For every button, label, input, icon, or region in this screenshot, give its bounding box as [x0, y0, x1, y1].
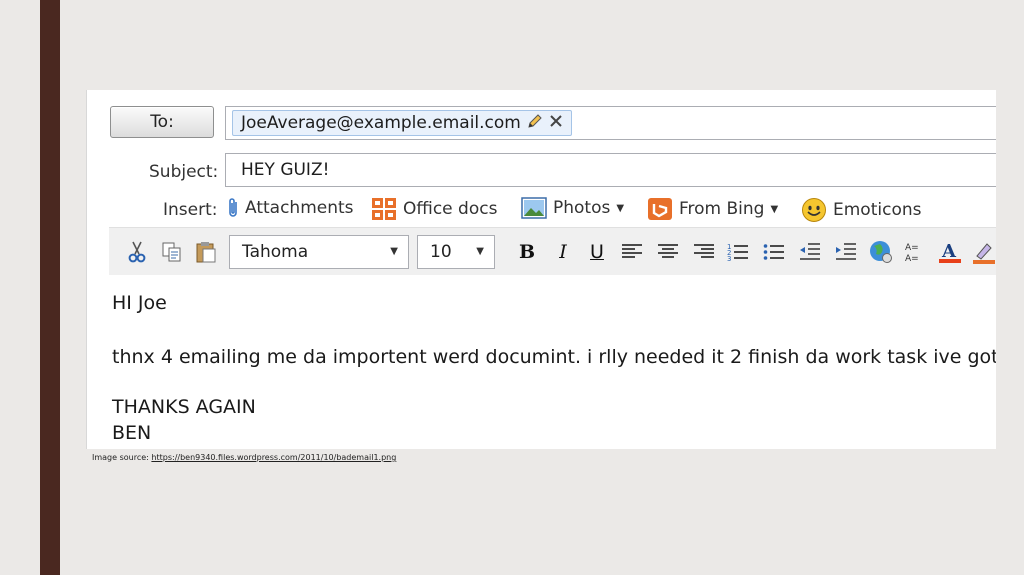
insert-item-label: Attachments: [245, 198, 354, 218]
paperclip-icon: [227, 197, 239, 219]
recipient-address: JoeAverage@example.email.com: [241, 113, 521, 133]
insert-row: Insert: Attachments Office docs Photos ▼…: [87, 194, 996, 224]
align-left-icon[interactable]: [621, 241, 643, 263]
svg-text:A: A: [941, 241, 957, 262]
insert-photos-button[interactable]: Photos ▼: [521, 197, 624, 219]
image-source-caption: Image source: https://ben9340.files.word…: [92, 453, 396, 462]
svg-text:A=: A=: [905, 243, 919, 253]
chevron-down-icon: ▼: [476, 246, 484, 257]
copy-icon[interactable]: [161, 241, 183, 263]
font-size-value: 10: [430, 242, 452, 262]
emoticon-icon: [801, 197, 827, 223]
remove-x-icon[interactable]: [549, 114, 563, 132]
chevron-down-icon: ▼: [770, 203, 779, 215]
chevron-down-icon: ▼: [390, 246, 398, 257]
email-body-line[interactable]: thnx 4 emailing me da importent werd doc…: [112, 346, 996, 368]
bullet-list-icon[interactable]: [763, 241, 785, 263]
caption-prefix: Image source:: [92, 453, 152, 462]
font-family-select[interactable]: Tahoma ▼: [229, 235, 409, 269]
insert-label: Insert:: [163, 200, 218, 220]
font-size-select[interactable]: 10 ▼: [417, 235, 495, 269]
svg-text:3: 3: [727, 255, 731, 262]
align-right-icon[interactable]: [693, 241, 715, 263]
insert-attachments-button[interactable]: Attachments: [227, 197, 354, 219]
italic-button[interactable]: I: [553, 241, 573, 263]
email-body-line[interactable]: HI Joe: [112, 292, 167, 314]
insert-item-label: Photos: [553, 198, 611, 218]
insert-link-globe-icon[interactable]: [869, 241, 893, 263]
subject-field[interactable]: HEY GUIZ!: [225, 153, 996, 187]
font-family-value: Tahoma: [242, 242, 309, 262]
email-compose-screenshot: To: JoeAverage@example.email.com Subject…: [86, 90, 996, 449]
bold-button[interactable]: B: [517, 241, 537, 263]
numbered-list-icon[interactable]: 123: [727, 241, 749, 263]
to-field[interactable]: JoeAverage@example.email.com: [225, 106, 996, 140]
align-center-icon[interactable]: [657, 241, 679, 263]
office-docs-icon: [371, 197, 397, 221]
slide-accent-bar: [40, 0, 60, 575]
insert-item-label: From Bing: [679, 199, 765, 219]
highlight-pen-icon[interactable]: [973, 241, 995, 264]
bing-icon: [647, 197, 673, 221]
underline-button[interactable]: U: [587, 241, 607, 263]
caption-link[interactable]: https://ben9340.files.wordpress.com/2011…: [151, 453, 396, 462]
insert-item-label: Emoticons: [833, 200, 922, 220]
insert-item-label: Office docs: [403, 199, 498, 219]
font-color-icon[interactable]: A: [939, 241, 961, 263]
subject-label: Subject:: [149, 162, 219, 182]
email-body-line[interactable]: BEN: [112, 422, 151, 444]
paste-icon[interactable]: [195, 241, 217, 263]
increase-indent-icon[interactable]: [835, 241, 857, 263]
svg-text:A=: A=: [905, 254, 919, 263]
email-body-line[interactable]: THANKS AGAIN: [112, 396, 256, 418]
insert-office-docs-button[interactable]: Office docs: [371, 197, 497, 221]
to-button[interactable]: To:: [110, 106, 214, 138]
photos-icon: [521, 197, 547, 219]
cut-icon[interactable]: [127, 241, 147, 263]
spellcheck-icon[interactable]: A= A=: [905, 241, 927, 263]
recipient-chip[interactable]: JoeAverage@example.email.com: [232, 110, 572, 136]
insert-emoticons-button[interactable]: Emoticons: [801, 197, 921, 223]
insert-from-bing-button[interactable]: From Bing ▼: [647, 197, 778, 221]
formatting-toolbar: Tahoma ▼ 10 ▼ B I U 123 A= A= A: [109, 227, 996, 275]
chevron-down-icon: ▼: [616, 202, 625, 214]
edit-pencil-icon[interactable]: [527, 113, 543, 133]
decrease-indent-icon[interactable]: [799, 241, 821, 263]
